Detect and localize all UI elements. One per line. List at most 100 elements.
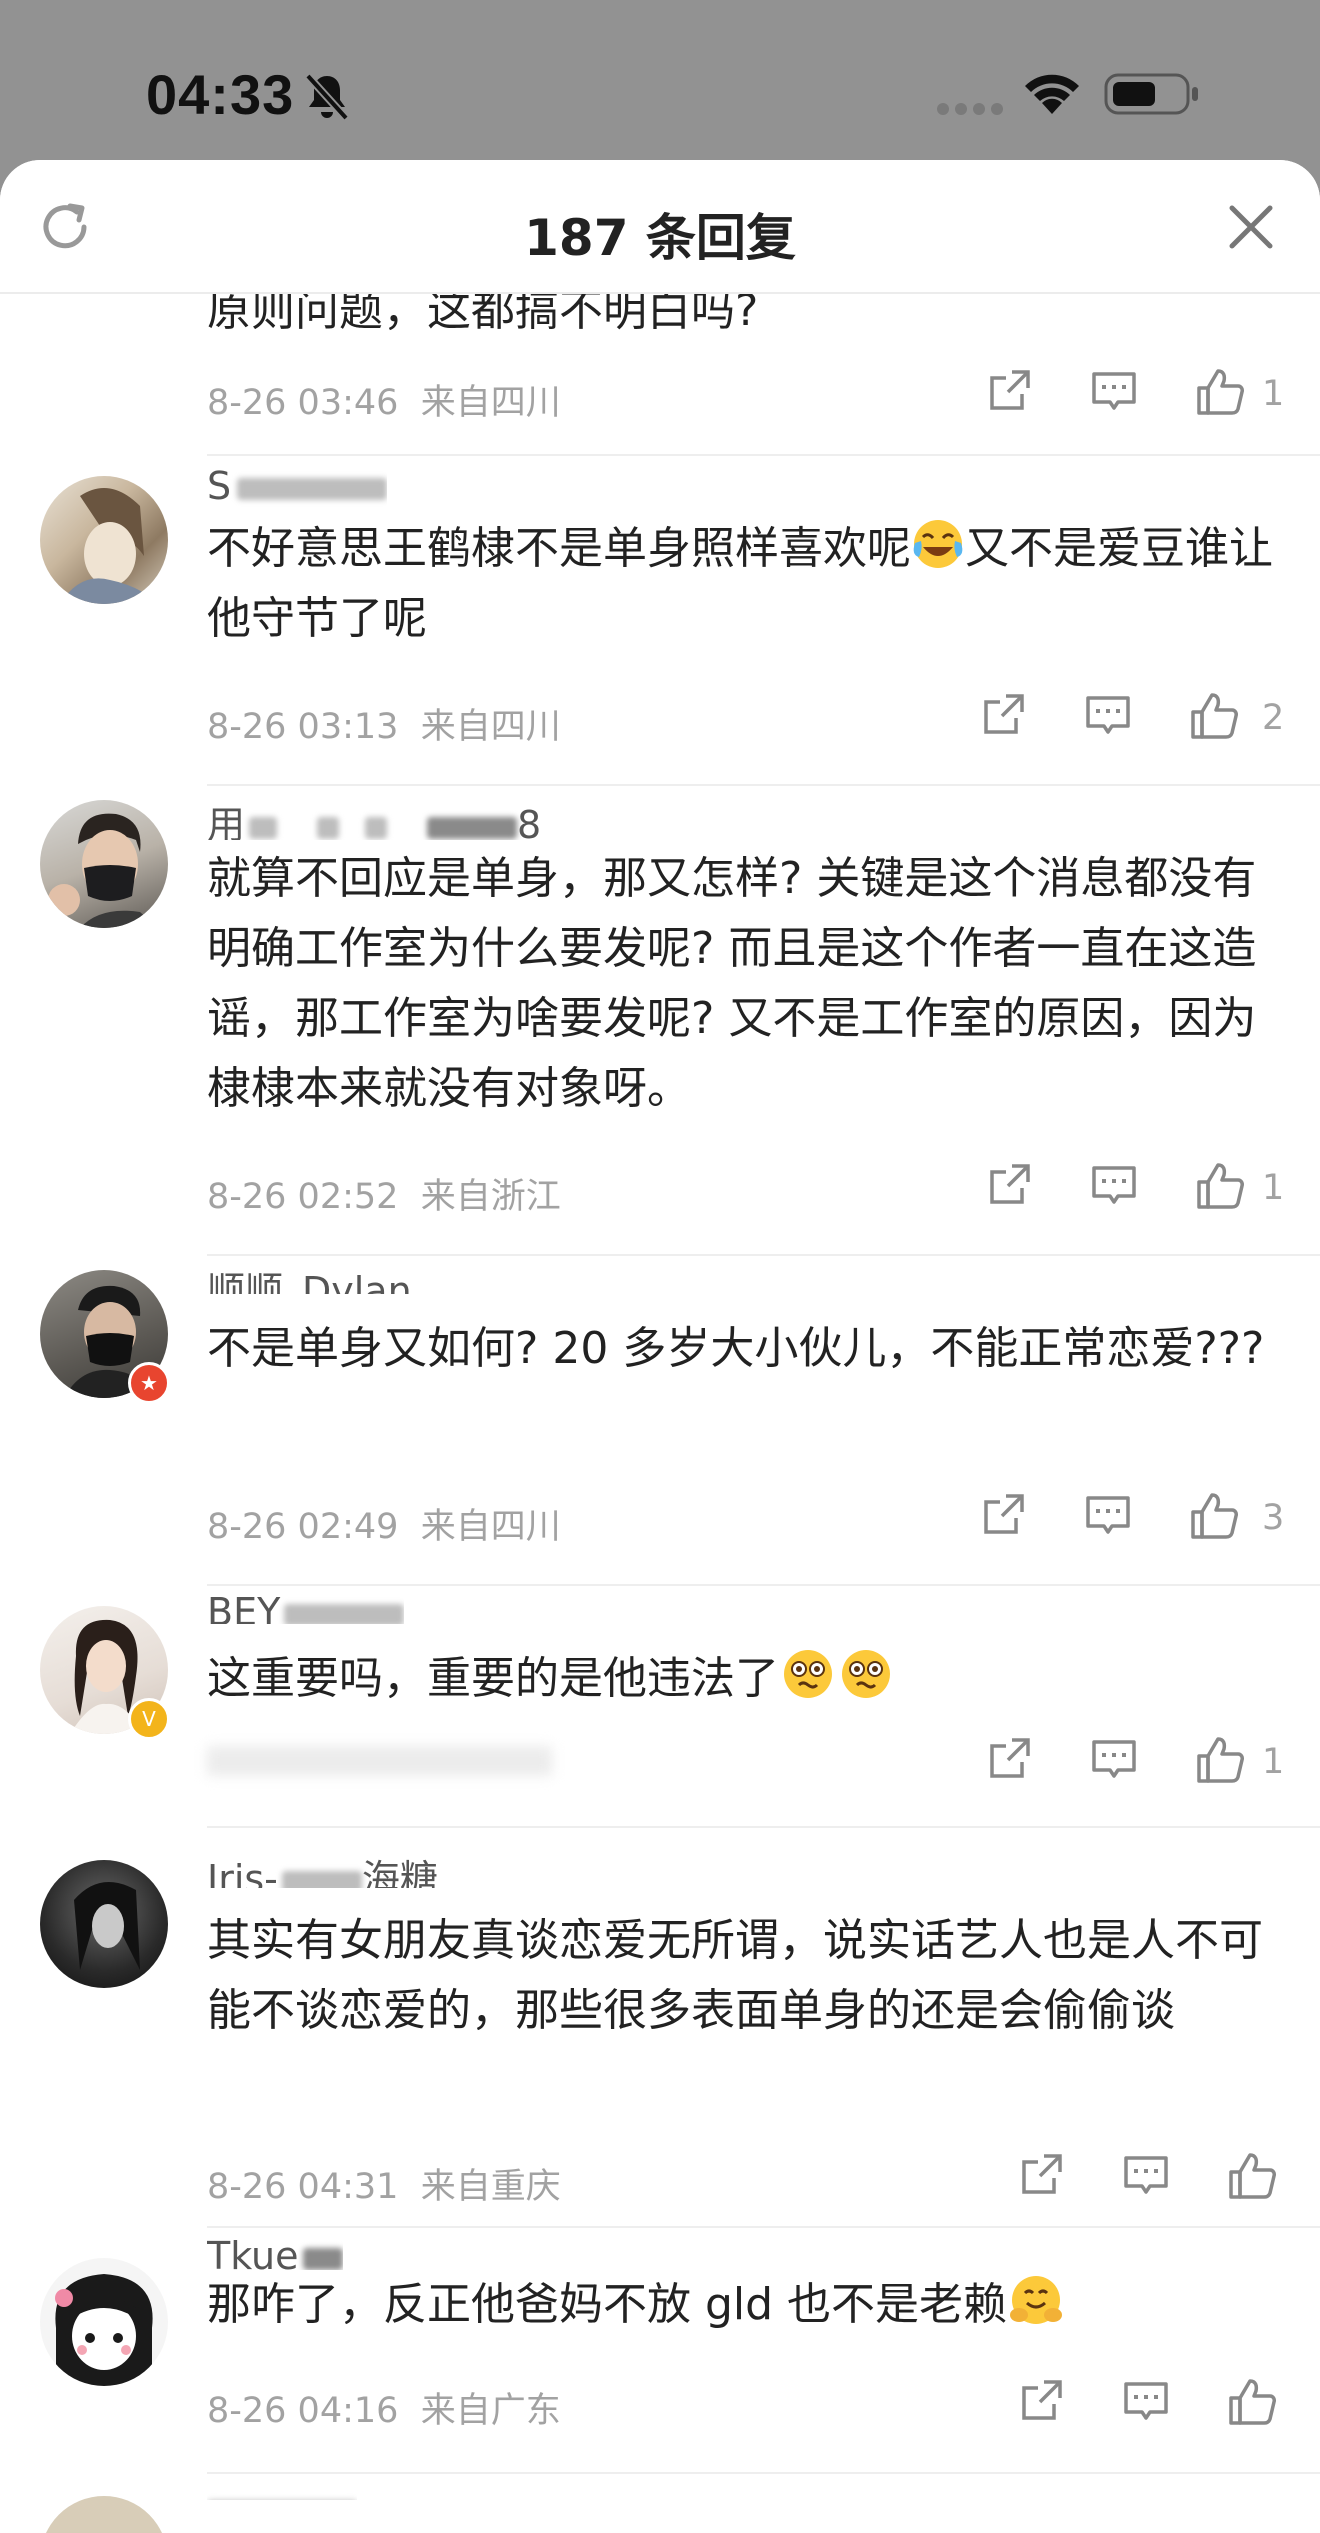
username: 顺顺_Dylan [207, 1269, 412, 1294]
like-count: 2 [1262, 698, 1285, 738]
comment-meta: 8-26 03:46 来自四川 [207, 374, 561, 425]
like-count: 1 [1262, 374, 1285, 414]
comment-location: 来自广东 [420, 2391, 561, 2431]
muted-bell-icon [305, 73, 349, 121]
comment-actions: 1 [980, 1734, 1290, 1794]
comment-date: 8-26 02:49 [207, 1507, 399, 1547]
comment-actions: 1 [980, 1160, 1290, 1220]
redacted-meta [207, 1746, 552, 1776]
comment-icon[interactable] [1084, 690, 1132, 738]
like-icon[interactable] [1188, 1490, 1240, 1542]
comment-meta: 8-26 02:49 来自四川 [207, 1498, 561, 1549]
share-icon[interactable] [980, 1490, 1028, 1538]
laughing-crying-emoji [913, 520, 963, 568]
comment-text: 其实有女朋友真谈恋爱无所谓，说实话艺人也是人不可能不谈恋爱的，那些很多表面单身的… [207, 1915, 1263, 2036]
comment-location: 来自四川 [420, 383, 561, 423]
share-icon[interactable] [986, 1160, 1034, 1208]
avatar[interactable] [40, 2258, 168, 2386]
status-time: 04:33 [146, 63, 295, 126]
comment-icon[interactable] [1090, 366, 1138, 414]
like-icon[interactable] [1188, 690, 1240, 742]
comment-meta: 8-26 03:13 来自四川 [207, 698, 561, 749]
cellular-signal-icon [937, 103, 1003, 115]
username: S [207, 464, 388, 510]
comment-location: 来自浙江 [420, 1177, 561, 1217]
comment-text: 这重要吗，重要的是他违法了 [207, 1644, 1287, 1714]
divider [207, 1254, 1320, 1256]
redacted-name [284, 1603, 405, 1624]
comment-location: 来自四川 [420, 707, 561, 747]
divider [207, 2472, 1320, 2474]
comment-text: 不是单身又如何? 20 多岁大小伙儿，不能正常恋爱??? [207, 1323, 1265, 1374]
like-icon[interactable] [1194, 1160, 1246, 1212]
comment-location: 来自四川 [420, 1507, 561, 1547]
comment-icon[interactable] [1090, 1160, 1138, 1208]
replies-sheet: 187 条回复 原则问题，这都搞不明白吗? 8-26 03:46 来自四川 1 [0, 160, 1320, 2533]
divider [207, 784, 1320, 786]
comment-date: 8-26 04:16 [207, 2391, 399, 2431]
avatar[interactable] [40, 476, 168, 604]
share-icon[interactable] [986, 366, 1034, 414]
avatar-illustration [60, 488, 158, 604]
avatar[interactable] [40, 800, 168, 928]
comment-actions [980, 2150, 1290, 2210]
comment-date: 8-26 04:31 [207, 2167, 399, 2207]
flushed-emoji [784, 1650, 832, 1698]
username: Iris- 海糖 [207, 1848, 438, 1888]
divider [207, 1826, 1320, 1828]
like-icon[interactable] [1226, 2150, 1278, 2202]
username [207, 2486, 357, 2500]
divider [207, 2226, 1320, 2228]
sheet-header: 187 条回复 [0, 160, 1320, 294]
comment-date: 8-26 02:52 [207, 1177, 399, 1217]
comment-icon[interactable] [1084, 1490, 1132, 1538]
flushed-emoji [842, 1650, 890, 1698]
comment-text: 就算不回应是单身，那又怎样? 关键是这个消息都没有明确工作室为什么要发呢? 而且… [207, 853, 1257, 1114]
hugging-emoji [1010, 2276, 1063, 2324]
comment-icon[interactable] [1122, 2150, 1170, 2198]
comment-meta: 8-26 04:31 来自重庆 [207, 2158, 561, 2209]
redacted-name [249, 816, 278, 839]
share-icon[interactable] [986, 1734, 1034, 1782]
comment-actions: 1 [980, 366, 1290, 426]
redacted-name [207, 2499, 357, 2500]
redacted-name [427, 816, 518, 839]
status-bar: 04:33 [0, 0, 1320, 160]
like-count: 1 [1262, 1168, 1285, 1208]
divider [207, 1584, 1320, 1586]
comment-location: 来自重庆 [420, 2167, 561, 2207]
verified-badge: V [128, 1698, 170, 1740]
like-count: 1 [1262, 1742, 1285, 1782]
redacted-name [302, 2247, 343, 2270]
username: Tkue [207, 2234, 343, 2270]
comment-meta: 8-26 02:52 来自浙江 [207, 1168, 561, 1219]
comment-icon[interactable] [1122, 2376, 1170, 2424]
comment-date: 8-26 03:46 [207, 383, 399, 423]
battery-icon [1104, 73, 1198, 115]
redacted-name [281, 1870, 362, 1888]
redacted-name [317, 816, 340, 839]
like-icon[interactable] [1226, 2376, 1278, 2428]
comment-date: 8-26 03:13 [207, 707, 399, 747]
comment-text: 不好意思王鹤棣不是单身照样喜欢呢 又不是爱豆谁让他守节了呢 [207, 514, 1287, 654]
share-icon[interactable] [1018, 2150, 1066, 2198]
comment-actions: 3 [980, 1490, 1290, 1550]
share-icon[interactable] [980, 690, 1028, 738]
like-icon[interactable] [1194, 366, 1246, 418]
avatar[interactable] [40, 2496, 168, 2533]
share-icon[interactable] [1018, 2376, 1066, 2424]
wifi-icon [1025, 74, 1079, 114]
username: 用8 [207, 803, 542, 840]
redacted-name [365, 816, 388, 839]
avatar-photo [48, 813, 158, 928]
avatar-illustration [55, 2274, 153, 2386]
comment-icon[interactable] [1090, 1734, 1138, 1782]
divider [207, 454, 1320, 456]
comment-actions [980, 2376, 1290, 2436]
page-title: 187 条回复 [524, 209, 796, 267]
close-icon[interactable] [1224, 200, 1278, 254]
like-icon[interactable] [1194, 1734, 1246, 1786]
comment-actions: 2 [980, 690, 1290, 750]
avatar[interactable] [40, 1860, 168, 1988]
comment-meta: 8-26 04:16 来自广东 [207, 2382, 561, 2433]
